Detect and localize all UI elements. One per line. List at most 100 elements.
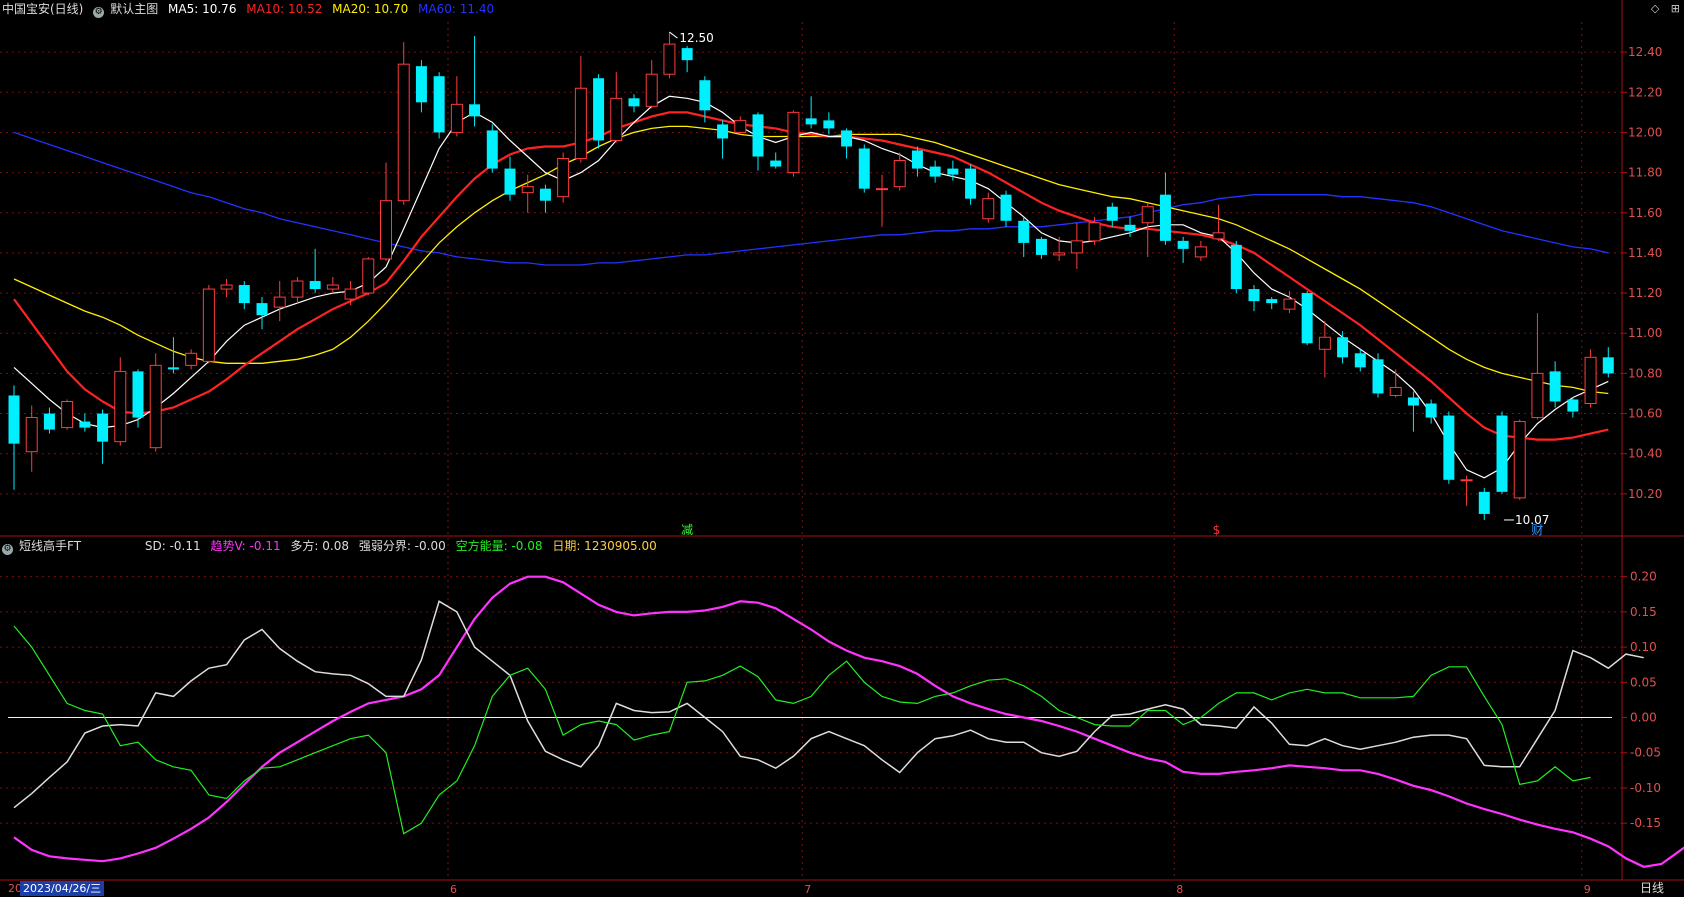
price-tick-label: 10.40 <box>1628 447 1662 461</box>
candle <box>185 349 198 370</box>
candle-body-up <box>734 119 747 133</box>
candle-body-down <box>97 413 109 442</box>
candle-body-up <box>1389 386 1402 396</box>
candle <box>1018 216 1030 257</box>
candle <box>273 281 286 322</box>
candle-body-down <box>1000 194 1012 221</box>
candle-body-down <box>1567 399 1579 412</box>
price-tick-label: 11.20 <box>1628 286 1662 300</box>
candle-body-down <box>132 371 144 418</box>
candle-body-up <box>397 63 410 202</box>
candle <box>929 160 941 183</box>
candle <box>433 72 445 139</box>
candle <box>841 128 853 159</box>
candle <box>43 407 55 434</box>
indicator-tick-label: 0.05 <box>1630 675 1657 689</box>
candle-body-up <box>450 103 463 133</box>
candle-body-down <box>256 303 268 316</box>
indicator-tick-label: 0.20 <box>1630 570 1657 584</box>
period-button[interactable]: 日线 <box>1640 881 1664 896</box>
candle-body-down <box>433 76 445 133</box>
candle <box>25 405 38 472</box>
candle-body-up <box>362 258 375 294</box>
event-marker: $ <box>1213 523 1221 537</box>
candle-body-down <box>1496 415 1508 492</box>
stock-chart-window: 中国宝安(日线) ⚙ 默认主图 MA5: 10.76 MA10: 10.52 MA… <box>0 0 1684 897</box>
candle-body-down <box>1478 491 1490 514</box>
candle <box>291 277 304 304</box>
candle-body-up <box>1053 252 1066 256</box>
candle-body-down <box>1106 206 1118 221</box>
candle-body-down <box>805 118 817 125</box>
candle-body-up <box>1460 479 1473 482</box>
candle-body-up <box>893 160 906 188</box>
candle-body-down <box>1266 299 1278 304</box>
candle <box>1478 487 1490 520</box>
candle-body-down <box>699 80 711 111</box>
chart-canvas[interactable]: 12.40 12.20 12.00 11.80 11.60 11.40 11.20 11.00… <box>0 0 1684 897</box>
candle-body-down <box>911 150 923 169</box>
candle-body-down <box>858 148 870 189</box>
candle-body-down <box>1443 415 1455 480</box>
candle <box>1460 475 1473 506</box>
candle <box>256 297 268 330</box>
candle <box>982 192 995 223</box>
price-tick-label: 12.40 <box>1628 45 1662 59</box>
candle <box>202 285 215 364</box>
candle-body-up <box>273 296 286 308</box>
candle <box>114 357 127 446</box>
candle <box>1496 411 1508 494</box>
candle-body-down <box>681 48 693 61</box>
price-tick-label: 12.00 <box>1628 125 1662 139</box>
candle-body-down <box>1407 397 1419 406</box>
candle <box>593 74 605 149</box>
candle <box>167 337 179 374</box>
candle-body-down <box>1124 224 1136 231</box>
candle-body-up <box>574 87 587 160</box>
candle <box>1070 222 1083 269</box>
high-pointer <box>669 31 678 39</box>
candle-body-down <box>1549 371 1561 402</box>
candle-body-up <box>1318 336 1331 350</box>
candle-body-down <box>1354 353 1366 368</box>
candle-body-down <box>1301 293 1313 344</box>
ma10-line <box>13 111 1609 441</box>
candle-body-up <box>380 200 392 260</box>
cursor-date-box: 2023/04/26/三 <box>20 881 105 896</box>
candle <box>1318 321 1331 378</box>
candle-body-down <box>469 104 481 117</box>
candle <box>911 146 923 177</box>
candle <box>238 281 250 310</box>
candle-body-down <box>1230 244 1242 290</box>
candle-body-up <box>185 352 198 366</box>
candle-body-up <box>61 400 74 429</box>
candle-body-up <box>663 43 676 75</box>
candle <box>1266 297 1278 310</box>
indicator-tick-label: -0.10 <box>1630 781 1661 795</box>
indicator-tick-label: 0.10 <box>1630 640 1657 654</box>
event-marker: 财 <box>1531 523 1543 537</box>
candle <box>717 120 729 159</box>
candle <box>858 144 870 193</box>
candle-body-up <box>1194 246 1207 258</box>
price-tick-label: 10.60 <box>1628 407 1662 421</box>
candle-body-up <box>876 188 888 191</box>
candle-body-up <box>149 364 162 449</box>
candle <box>8 385 20 490</box>
candle <box>770 152 782 169</box>
candle <box>380 162 392 261</box>
candle-body-down <box>415 66 427 103</box>
candle-body-up <box>1283 298 1296 310</box>
candle-body-up <box>326 284 339 290</box>
candle <box>1035 236 1047 259</box>
candle <box>539 184 551 213</box>
candle <box>628 94 640 113</box>
candle-body-up <box>25 417 38 453</box>
candle <box>1194 240 1207 261</box>
candle-body-up <box>645 73 658 107</box>
candle-body-up <box>557 158 570 198</box>
candle <box>610 72 623 143</box>
candle <box>1230 240 1242 294</box>
candle <box>1283 291 1296 314</box>
price-tick-label: 11.00 <box>1628 326 1662 340</box>
